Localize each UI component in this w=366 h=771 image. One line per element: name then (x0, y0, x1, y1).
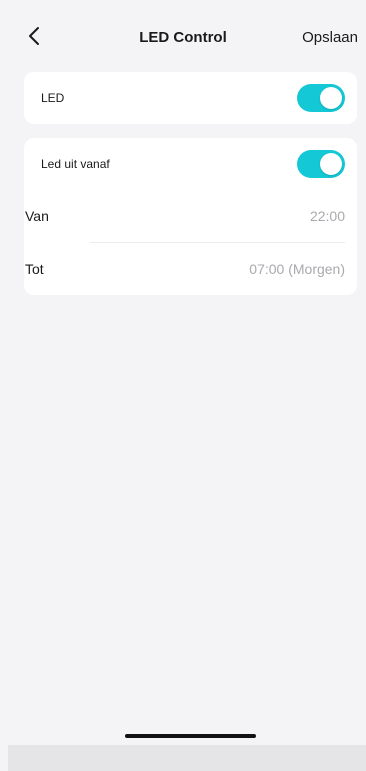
to-time-value: 07:00 (Morgen) (249, 260, 345, 277)
led-off-row: Led uit vanaf (24, 138, 357, 190)
home-indicator[interactable] (125, 734, 256, 738)
led-off-toggle-knob (320, 153, 342, 175)
bottom-bar (8, 745, 366, 771)
from-time-row[interactable]: Van 22:00 (24, 190, 357, 242)
nav-header: LED Control Opslaan (0, 0, 366, 80)
to-label: Tot (25, 260, 44, 277)
to-time-row[interactable]: Tot 07:00 (Morgen) (24, 242, 357, 295)
led-toggle[interactable] (297, 84, 345, 112)
led-toggle-knob (320, 87, 342, 109)
led-card: LED (24, 72, 357, 124)
led-label: LED (41, 91, 65, 105)
chevron-left-icon (29, 27, 39, 45)
from-time-value: 22:00 (309, 208, 345, 224)
schedule-card: Led uit vanaf Van 22:00 Tot 07:00 (Morge… (24, 138, 357, 295)
led-row: LED (24, 72, 357, 124)
back-button[interactable] (22, 24, 46, 48)
save-button[interactable]: Opslaan (302, 29, 358, 46)
led-off-label: Led uit vanaf (41, 157, 110, 171)
led-off-toggle[interactable] (297, 150, 345, 178)
from-label: Van (25, 208, 49, 224)
